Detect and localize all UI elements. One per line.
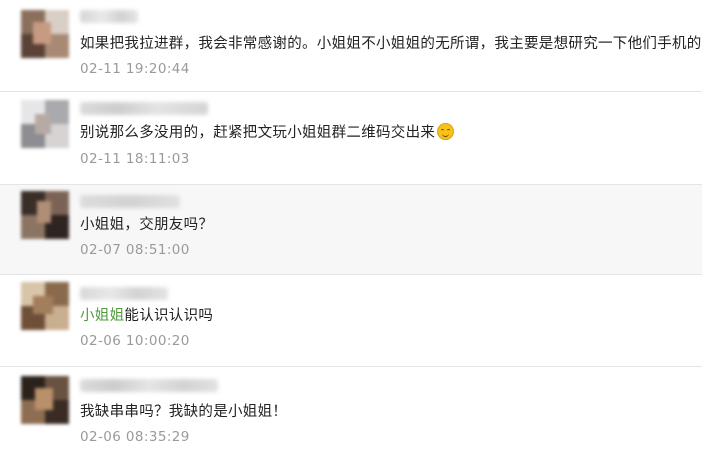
comment-text: 小姐姐能认识认识吗: [80, 304, 213, 325]
comment-item: 如果把我拉进群，我会非常感谢的。小姐姐不小姐姐的无所谓，我主要是想研究一下他们手…: [0, 0, 702, 92]
comment-time: 02-06 10:00:20: [80, 333, 190, 349]
avatar[interactable]: [21, 376, 69, 424]
comment-time: 02-11 18:11:03: [80, 151, 190, 167]
comment-text: 我缺串串吗？我缺的是小姐姐！: [80, 404, 288, 420]
comment-text: 别说那么多没用的，赶紧把文玩小姐姐群二维码交出来: [80, 121, 455, 142]
mention-link[interactable]: 小姐姐: [80, 308, 124, 324]
comment-item: 别说那么多没用的，赶紧把文玩小姐姐群二维码交出来 02-11 18:11:03: [0, 92, 702, 185]
avatar[interactable]: [21, 10, 69, 58]
comment-text-content: 别说那么多没用的，赶紧把文玩小姐姐群二维码交出来: [80, 125, 436, 141]
comment-time: 02-11 19:20:44: [80, 61, 190, 77]
comment-item: 小姐姐，交朋友吗？ 02-07 08:51:00: [0, 185, 702, 275]
comment-list: 如果把我拉进群，我会非常感谢的。小姐姐不小姐姐的无所谓，我主要是想研究一下他们手…: [0, 0, 702, 465]
nickname-blurred[interactable]: [80, 10, 138, 23]
comment-time: 02-06 08:35:29: [80, 429, 190, 445]
nickname-blurred[interactable]: [80, 379, 218, 392]
comment-item: 小姐姐能认识认识吗 02-06 10:00:20: [0, 275, 702, 367]
grinning-face-emoji-icon: [437, 123, 455, 140]
avatar[interactable]: [21, 191, 69, 239]
avatar[interactable]: [21, 282, 69, 330]
nickname-blurred[interactable]: [80, 287, 168, 300]
comment-item: 我缺串串吗？我缺的是小姐姐！ 02-06 08:35:29: [0, 367, 702, 465]
nickname-blurred[interactable]: [80, 195, 180, 208]
avatar[interactable]: [21, 100, 69, 148]
comment-time: 02-07 08:51:00: [80, 242, 190, 258]
nickname-blurred[interactable]: [80, 102, 208, 115]
comment-text: 小姐姐，交朋友吗？: [80, 217, 214, 233]
comment-text: 如果把我拉进群，我会非常感谢的。小姐姐不小姐姐的无所谓，我主要是想研究一下他们手…: [80, 36, 702, 52]
comment-text-content: 能认识认识吗: [124, 308, 214, 324]
